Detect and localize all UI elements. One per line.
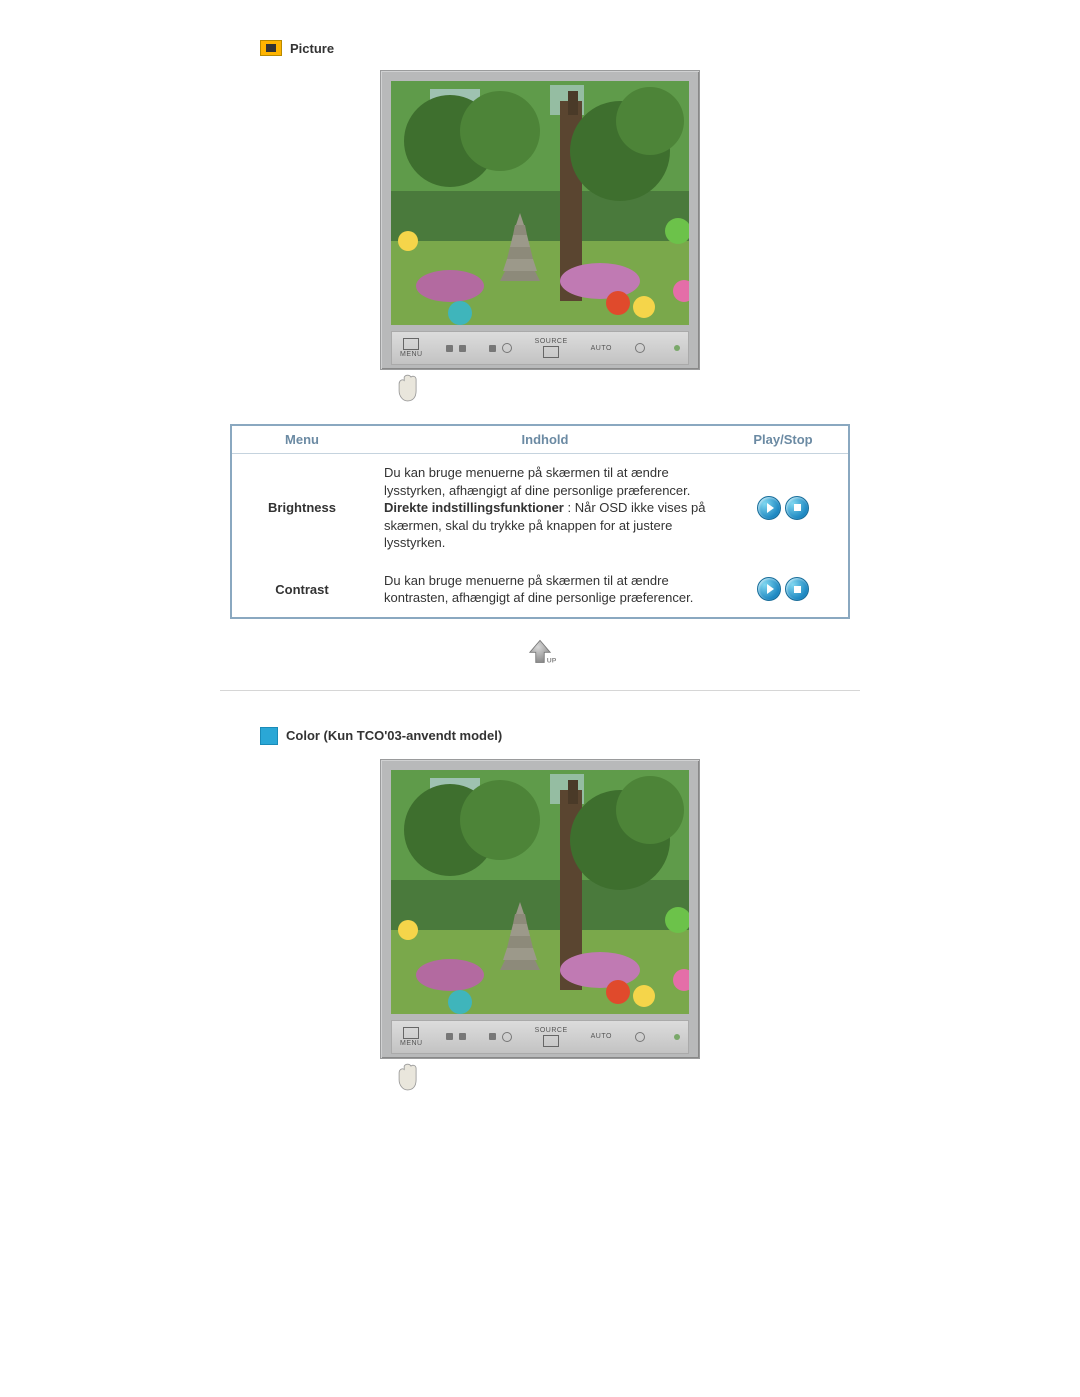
row-label-brightness: Brightness <box>231 454 372 562</box>
source-icon <box>543 1035 559 1047</box>
panel-label-source: SOURCE <box>535 1027 568 1034</box>
stop-icon <box>794 586 801 593</box>
section-header-picture: Picture <box>260 40 900 56</box>
panel-nav-buttons-2 <box>489 1032 512 1042</box>
up-button[interactable]: UP <box>521 637 559 674</box>
section-divider <box>220 690 860 691</box>
row-content-contrast: Du kan bruge menuerne på skærmen til at … <box>372 562 718 618</box>
power-button-icon <box>635 1032 645 1042</box>
color-section-icon <box>260 727 278 745</box>
row-play-contrast <box>718 562 849 618</box>
play-icon <box>767 503 774 513</box>
panel-nav-buttons-2 <box>489 343 512 353</box>
monitor-screen <box>391 81 689 325</box>
monitor-button-panel: MENU SOURCE AUTO <box>391 1020 689 1054</box>
power-led-icon <box>674 345 680 351</box>
table-row: Contrast Du kan bruge menuerne på skærme… <box>231 562 849 618</box>
panel-nav-buttons <box>446 1033 466 1040</box>
row-text: Du kan bruge menuerne på skærmen til at … <box>384 465 690 498</box>
panel-label-auto: AUTO <box>591 345 612 352</box>
table-header-play: Play/Stop <box>718 425 849 454</box>
play-button[interactable] <box>757 496 781 520</box>
monitor-illustration-picture: MENU SOURCE AUTO <box>380 70 700 406</box>
panel-label-menu: MENU <box>400 1040 423 1047</box>
stop-button[interactable] <box>785 577 809 601</box>
row-content-brightness: Du kan bruge menuerne på skærmen til at … <box>372 454 718 562</box>
source-icon <box>543 346 559 358</box>
table-header-content: Indhold <box>372 425 718 454</box>
table-row: Brightness Du kan bruge menuerne på skær… <box>231 454 849 562</box>
section-header-color: Color (Kun TCO'03-anvendt model) <box>260 727 900 745</box>
table-header-menu: Menu <box>231 425 372 454</box>
settings-table: Menu Indhold Play/Stop Brightness Du kan… <box>230 424 850 619</box>
power-led-icon <box>674 1034 680 1040</box>
row-text: Du kan bruge menuerne på skærmen til at … <box>384 573 693 606</box>
monitor-frame: MENU SOURCE AUTO <box>380 759 700 1059</box>
up-label: UP <box>547 657 557 664</box>
power-button-icon <box>635 343 645 353</box>
menu-icon <box>403 338 419 350</box>
panel-nav-buttons <box>446 345 466 352</box>
monitor-screen <box>391 770 689 1014</box>
cursor-hand-icon <box>394 1061 700 1095</box>
color-section-title: Color (Kun TCO'03-anvendt model) <box>286 728 502 743</box>
monitor-frame: MENU SOURCE AUTO <box>380 70 700 370</box>
row-text-bold: Direkte indstillingsfunktioner <box>384 500 564 515</box>
monitor-illustration-color: MENU SOURCE AUTO <box>380 759 700 1095</box>
stop-button[interactable] <box>785 496 809 520</box>
play-icon <box>767 584 774 594</box>
play-button[interactable] <box>757 577 781 601</box>
panel-label-menu: MENU <box>400 351 423 358</box>
cursor-hand-icon <box>394 372 700 406</box>
row-label-contrast: Contrast <box>231 562 372 618</box>
menu-icon <box>403 1027 419 1039</box>
row-play-brightness <box>718 454 849 562</box>
monitor-button-panel: MENU SOURCE AUTO <box>391 331 689 365</box>
picture-section-icon <box>260 40 282 56</box>
panel-label-source: SOURCE <box>535 338 568 345</box>
picture-section-title: Picture <box>290 41 334 56</box>
stop-icon <box>794 504 801 511</box>
panel-label-auto: AUTO <box>591 1033 612 1040</box>
